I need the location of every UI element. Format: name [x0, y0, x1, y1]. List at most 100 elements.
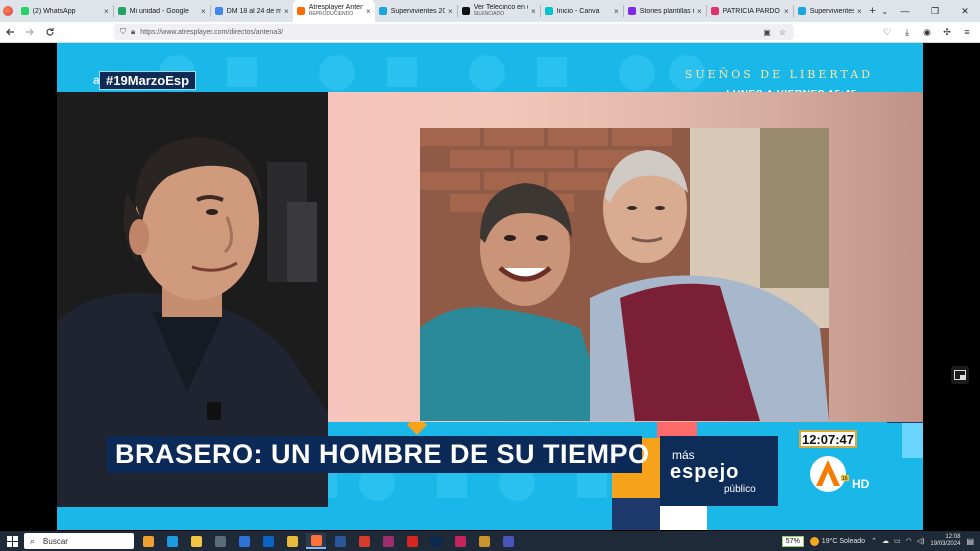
- taskbar-app-chrome[interactable]: [282, 533, 302, 549]
- show-name-line1: más: [672, 448, 695, 462]
- tab-status: SILENCIADO: [473, 11, 504, 17]
- taskbar-app-outlook[interactable]: [258, 533, 278, 549]
- browser-tab[interactable]: Mi unidad - Google ×: [114, 0, 210, 22]
- show-name-line3: público: [724, 484, 756, 495]
- taskbar-app-word[interactable]: [330, 533, 350, 549]
- minimize-button[interactable]: —: [890, 0, 920, 22]
- antena3-logo-icon: 16: [810, 456, 849, 492]
- tab-close-button[interactable]: ×: [784, 7, 789, 16]
- taskbar-app-app-gold[interactable]: [474, 533, 494, 549]
- browser-tab[interactable]: Atresplayer Anten REPRODUCIENDO ×: [292, 0, 375, 22]
- back-button[interactable]: [0, 22, 20, 42]
- menu-icon[interactable]: ≡: [960, 27, 974, 38]
- browser-tab[interactable]: Inicio - Canva ×: [541, 0, 623, 22]
- taskbar-app-app-red[interactable]: [354, 533, 374, 549]
- tab-label: Inicio - Canva: [556, 7, 600, 15]
- back-arrow-icon: [6, 28, 14, 36]
- browser-tab[interactable]: DM 18 al 24 de mar×: [211, 0, 293, 22]
- bookmark-star-icon[interactable]: ☆: [779, 28, 786, 37]
- tab-favicon-icon: [544, 7, 553, 15]
- browser-tab[interactable]: Supervivientes 2024×: [375, 0, 457, 22]
- wifi-icon[interactable]: ◠: [906, 537, 912, 545]
- taskbar-app-explorer[interactable]: [186, 533, 206, 549]
- browser-tab[interactable]: Stories plantillas mu×: [624, 0, 706, 22]
- taskbar-app-teams[interactable]: [498, 533, 518, 549]
- taskbar-app-indesign[interactable]: [450, 533, 470, 549]
- url-text[interactable]: https://www.atresplayer.com/directos/ant…: [140, 29, 763, 36]
- taskbar-time: 12:08: [945, 534, 961, 540]
- taskbar-app-app-purple[interactable]: [378, 533, 398, 549]
- tab-close-button[interactable]: ×: [448, 7, 453, 16]
- forward-button[interactable]: [20, 22, 40, 42]
- battery-indicator[interactable]: 57%: [781, 535, 804, 547]
- taskbar-app-acrobat[interactable]: [402, 533, 422, 549]
- account-icon[interactable]: ◉: [920, 27, 934, 38]
- address-bar[interactable]: ⛉ 🔒︎ https://www.atresplayer.com/directo…: [114, 24, 794, 40]
- app-purple-icon: [382, 535, 394, 547]
- tab-favicon-icon: [296, 7, 305, 15]
- tab-favicon-icon: [20, 7, 29, 15]
- photoshop-icon: [430, 535, 442, 547]
- photo-illustration: [420, 128, 829, 421]
- tab-label: Mi unidad - Google: [129, 7, 189, 15]
- tab-close-button[interactable]: ×: [366, 7, 371, 16]
- outlook-icon: [262, 535, 274, 547]
- taskbar-search[interactable]: ⌕ Buscar: [24, 533, 134, 549]
- taskbar-app-firefox[interactable]: [306, 533, 326, 549]
- volume-icon[interactable]: ◁): [917, 537, 925, 545]
- browser-tab[interactable]: PATRICIA PARDO El×: [707, 0, 793, 22]
- lock-icon[interactable]: 🔒︎: [131, 27, 135, 37]
- maximize-button[interactable]: ❐: [920, 0, 950, 22]
- battery-icon[interactable]: ▭: [894, 537, 901, 545]
- headline-bar: BRASERO: UN HOMBRE DE SU TIEMPO: [107, 436, 649, 473]
- downloads-icon[interactable]: ⤓: [900, 27, 914, 38]
- hd-badge: HD: [852, 477, 870, 491]
- teams-icon: [502, 535, 514, 547]
- cloud-icon[interactable]: ☁: [882, 537, 889, 545]
- navigation-bar: ⛉ 🔒︎ https://www.atresplayer.com/directo…: [0, 22, 980, 43]
- tab-close-button[interactable]: ×: [531, 7, 536, 16]
- tab-close-button[interactable]: ×: [284, 7, 289, 16]
- notifications-icon[interactable]: ▤: [966, 537, 974, 546]
- browser-tab[interactable]: Supervivientes 2024×: [794, 0, 866, 22]
- tab-close-button[interactable]: ×: [104, 7, 109, 16]
- extensions-icon[interactable]: ✣: [940, 27, 954, 38]
- system-tray: 57% 19°C Soleado ⌃ ☁ ▭ ◠ ◁) 12:08 19/03/…: [781, 534, 980, 548]
- tab-label: Ver Telecinco en dir: [473, 4, 528, 11]
- tab-label: Atresplayer Anten: [308, 4, 364, 11]
- show-logo-box: más espejo público: [660, 436, 778, 506]
- new-tab-button[interactable]: +: [866, 5, 880, 17]
- reload-icon: [46, 28, 54, 36]
- photo-panel: [328, 92, 923, 422]
- taskbar-app-edge[interactable]: [162, 533, 182, 549]
- taskbar-app-photoshop[interactable]: [426, 533, 446, 549]
- browser-tab[interactable]: Ver Telecinco en dirSILENCIADO ×: [458, 0, 540, 22]
- start-button[interactable]: [0, 535, 24, 547]
- tab-favicon-icon: [627, 7, 636, 15]
- windows-taskbar: ⌕ Buscar 57% 19°C Soleado ⌃ ☁ ▭ ◠ ◁) 12:…: [0, 531, 980, 551]
- shield-icon[interactable]: ⛉: [120, 27, 126, 37]
- close-window-button[interactable]: ✕: [950, 0, 980, 22]
- tab-close-button[interactable]: ×: [857, 7, 862, 16]
- page-content: atresplayer #19MarzoEsp SUEÑOS DE LIBERT…: [0, 43, 980, 531]
- reload-button[interactable]: [40, 22, 60, 42]
- tab-close-button[interactable]: ×: [614, 7, 619, 16]
- picture-in-picture-button[interactable]: [951, 366, 969, 384]
- pocket-icon[interactable]: ♡: [880, 27, 894, 38]
- weather-widget[interactable]: 19°C Soleado: [809, 536, 865, 546]
- live-video-player[interactable]: atresplayer #19MarzoEsp SUEÑOS DE LIBERT…: [57, 43, 923, 530]
- tab-label: DM 18 al 24 de mar: [226, 7, 282, 15]
- taskbar-app-lol[interactable]: [234, 533, 254, 549]
- taskbar-app-calculator[interactable]: [210, 533, 230, 549]
- acrobat-icon: [406, 535, 418, 547]
- reader-view-icon[interactable]: ▣: [763, 28, 771, 37]
- taskbar-clock[interactable]: 12:08 19/03/2024: [930, 534, 960, 548]
- browser-menu-icon[interactable]: [0, 0, 17, 22]
- tab-close-button[interactable]: ×: [697, 7, 702, 16]
- taskbar-app-briefcase[interactable]: [138, 533, 158, 549]
- forward-arrow-icon: [26, 28, 34, 36]
- tab-close-button[interactable]: ×: [201, 7, 206, 16]
- chevron-up-icon[interactable]: ⌃: [871, 537, 877, 545]
- list-tabs-button[interactable]: ⌄: [879, 7, 890, 16]
- browser-tab[interactable]: (2) WhatsApp ×: [17, 0, 113, 22]
